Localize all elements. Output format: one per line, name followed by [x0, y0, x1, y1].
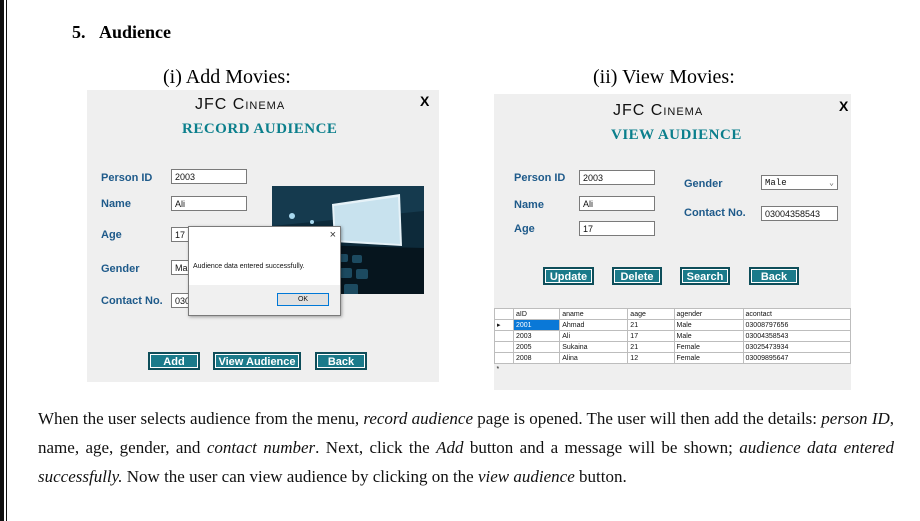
grid-cell[interactable]: Male — [673, 319, 744, 331]
brand-title: JFC Cinema — [613, 102, 704, 119]
label-person-id: Person ID — [514, 172, 566, 184]
grid-cell[interactable]: 12 — [627, 352, 675, 364]
italic-run: person ID — [821, 409, 890, 428]
chevron-down-icon: ⌄ — [829, 179, 834, 188]
label-name: Name — [514, 199, 544, 211]
page-border-left — [0, 0, 4, 521]
page-border-left-inner — [6, 0, 7, 521]
text-run: Now the user can view audience by clicki… — [122, 467, 478, 486]
back-button[interactable]: Back — [315, 352, 367, 370]
label-contact: Contact No. — [101, 295, 163, 307]
section-number: 5. — [72, 22, 86, 42]
current-row-marker: ▸ — [494, 319, 514, 331]
section-title: Audience — [99, 22, 171, 42]
grid-header-row: aID aname aage agender acontact — [494, 308, 852, 320]
table-row[interactable]: ▸ 2001 Ahmad 21 Male 03008797656 — [494, 319, 852, 331]
person-id-input[interactable]: 2003 — [579, 170, 655, 185]
new-row-marker: * — [496, 365, 500, 373]
close-icon[interactable]: X — [420, 93, 429, 109]
text-run: button and a message will be shown; — [463, 438, 740, 457]
grid-cell[interactable]: Sukaina — [559, 341, 629, 353]
italic-run: Add — [436, 438, 464, 457]
text-run: page is opened. The user will then add t… — [473, 409, 822, 428]
grid-cell[interactable]: 2008 — [512, 352, 561, 364]
label-contact: Contact No. — [684, 207, 746, 219]
grid-cell[interactable]: 17 — [627, 330, 675, 342]
text-run: When the user selects audience from the … — [38, 409, 364, 428]
grid-cell[interactable]: 2003 — [512, 330, 561, 342]
grid-cell[interactable]: 03009895647 — [742, 352, 852, 364]
column-header[interactable]: aage — [627, 308, 675, 320]
view-audience-button[interactable]: View Audience — [213, 352, 301, 370]
add-button[interactable]: Add — [148, 352, 200, 370]
dialog-message: Audience data entered successfully. — [193, 263, 305, 270]
label-gender: Gender — [684, 178, 723, 190]
table-row[interactable]: 2005 Sukaina 21 Female 03025473934 — [494, 341, 852, 353]
caption-add-movies: (i) Add Movies: — [163, 66, 291, 88]
grid-cell[interactable]: Female — [673, 341, 744, 353]
column-header[interactable]: acontact — [742, 308, 852, 320]
row-header — [494, 341, 514, 353]
body-paragraph: When the user selects audience from the … — [38, 404, 894, 491]
table-row[interactable]: 2003 Ali 17 Male 03004358543 — [494, 330, 852, 342]
form-subtitle: VIEW AUDIENCE — [611, 127, 742, 143]
name-input[interactable]: Ali — [171, 196, 247, 211]
grid-cell[interactable]: 2005 — [512, 341, 561, 353]
row-header — [494, 352, 514, 364]
text-run: . Next, click the — [315, 438, 437, 457]
grid-cell[interactable]: 03008797656 — [742, 319, 852, 331]
section-heading: 5. Audience — [72, 22, 171, 43]
person-id-input[interactable]: 2003 — [171, 169, 247, 184]
delete-button[interactable]: Delete — [612, 267, 662, 285]
new-row[interactable]: * — [495, 364, 851, 375]
label-gender: Gender — [101, 263, 140, 275]
row-header — [494, 330, 514, 342]
grid-cell[interactable]: 03025473934 — [742, 341, 852, 353]
audience-grid[interactable]: aID aname aage agender acontact ▸ 2001 A… — [494, 308, 852, 375]
grid-cell[interactable]: 2001 — [512, 319, 561, 331]
contact-input[interactable]: 03004358543 — [761, 206, 838, 221]
italic-run: contact number — [206, 438, 316, 457]
view-audience-window: JFC Cinema X VIEW AUDIENCE Person ID 200… — [494, 94, 852, 390]
italic-run: view audience — [477, 467, 575, 486]
brand-title: JFC Cinema — [195, 96, 286, 113]
grid-cell[interactable]: 03004358543 — [742, 330, 852, 342]
caption-view-movies: (ii) View Movies: — [593, 66, 735, 88]
name-input[interactable]: Ali — [579, 196, 655, 211]
text-run: button. — [574, 467, 627, 486]
grid-cell[interactable]: Male — [673, 330, 744, 342]
grid-cell[interactable]: Ahmad — [559, 319, 629, 331]
back-button[interactable]: Back — [749, 267, 799, 285]
form-subtitle: RECORD AUDIENCE — [182, 121, 338, 137]
row-header-corner — [494, 308, 514, 320]
column-header[interactable]: agender — [673, 308, 744, 320]
label-name: Name — [101, 198, 131, 210]
label-person-id: Person ID — [101, 172, 153, 184]
italic-run: record audience — [363, 409, 474, 428]
dialog-close-icon[interactable]: × — [330, 229, 336, 241]
new-row-cell[interactable] — [514, 364, 851, 375]
search-button[interactable]: Search — [680, 267, 730, 285]
grid-cell[interactable]: 21 — [627, 319, 675, 331]
grid-cell[interactable]: Female — [673, 352, 744, 364]
ok-button[interactable]: OK — [277, 293, 329, 306]
column-header[interactable]: aID — [512, 308, 561, 320]
success-dialog: × Audience data entered successfully. OK — [188, 226, 341, 316]
gender-value: Male — [765, 178, 787, 188]
grid-cell[interactable]: Alina — [559, 352, 629, 364]
age-input[interactable]: 17 — [579, 221, 655, 236]
record-audience-window: JFC Cinema X RECORD AUDIENCE Person ID 2… — [87, 90, 439, 382]
gender-select[interactable]: Male ⌄ — [761, 175, 838, 190]
update-button[interactable]: Update — [543, 267, 594, 285]
close-icon[interactable]: X — [839, 98, 848, 114]
table-row[interactable]: 2008 Alina 12 Female 03009895647 — [494, 352, 852, 364]
grid-cell[interactable]: 21 — [627, 341, 675, 353]
grid-cell[interactable]: Ali — [559, 330, 629, 342]
column-header[interactable]: aname — [559, 308, 629, 320]
label-age: Age — [101, 229, 122, 241]
label-age: Age — [514, 223, 535, 235]
